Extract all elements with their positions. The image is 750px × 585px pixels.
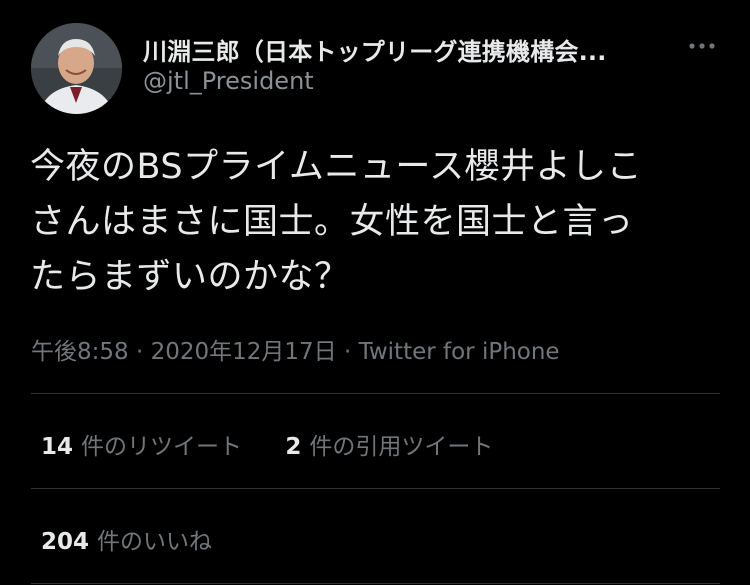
quotes-count: 2 (285, 434, 302, 460)
more-options-icon[interactable] (686, 36, 718, 56)
likes-count: 204 (41, 529, 90, 555)
divider (31, 393, 720, 394)
tweet-text: 今夜のBSプライムニュース櫻井よしこ さんはまさに国士。女性を国士と言っ たらま… (30, 140, 730, 305)
tweet-metadata: 午後8:58 · 2020年12月17日 · Twitter for iPhon… (31, 332, 560, 366)
meta-separator: · (343, 339, 352, 365)
avatar-photo (31, 23, 122, 114)
likes-label: 件のいいね (97, 529, 213, 555)
tweet-text-line: 今夜のBSプライムニュース櫻井よしこ (30, 147, 643, 187)
tweet-text-line: さんはまさに国士。女性を国士と言っ (30, 202, 634, 242)
display-name[interactable]: 川淵三郎（日本トップリーグ連携機構会... (143, 32, 607, 67)
tweet-source-link[interactable]: Twitter for iPhone (359, 339, 560, 365)
tweet-date: 2020年12月17日 (150, 339, 337, 365)
retweets-count: 14 (41, 434, 74, 460)
quotes-label: 件の引用ツイート (309, 434, 494, 460)
meta-separator: · (135, 339, 144, 365)
divider (31, 488, 720, 489)
tweet-time-link[interactable]: 午後8:58 · 2020年12月17日 (31, 339, 337, 365)
likes-stat[interactable]: 204 件のいいね (41, 529, 212, 555)
tweet-time: 午後8:58 (31, 339, 129, 365)
likes-row: 204 件のいいね (41, 522, 212, 556)
quote-tweets-stat[interactable]: 2 件の引用ツイート (285, 434, 493, 460)
engagement-row: 14 件のリツイート 2 件の引用ツイート (41, 427, 493, 461)
avatar[interactable] (31, 23, 122, 114)
user-handle[interactable]: @jtl_President (143, 67, 314, 95)
tweet-text-line: たらまずいのかな？ (30, 257, 350, 297)
retweets-label: 件のリツイート (81, 434, 243, 460)
divider (31, 583, 720, 584)
retweets-stat[interactable]: 14 件のリツイート (41, 434, 242, 460)
